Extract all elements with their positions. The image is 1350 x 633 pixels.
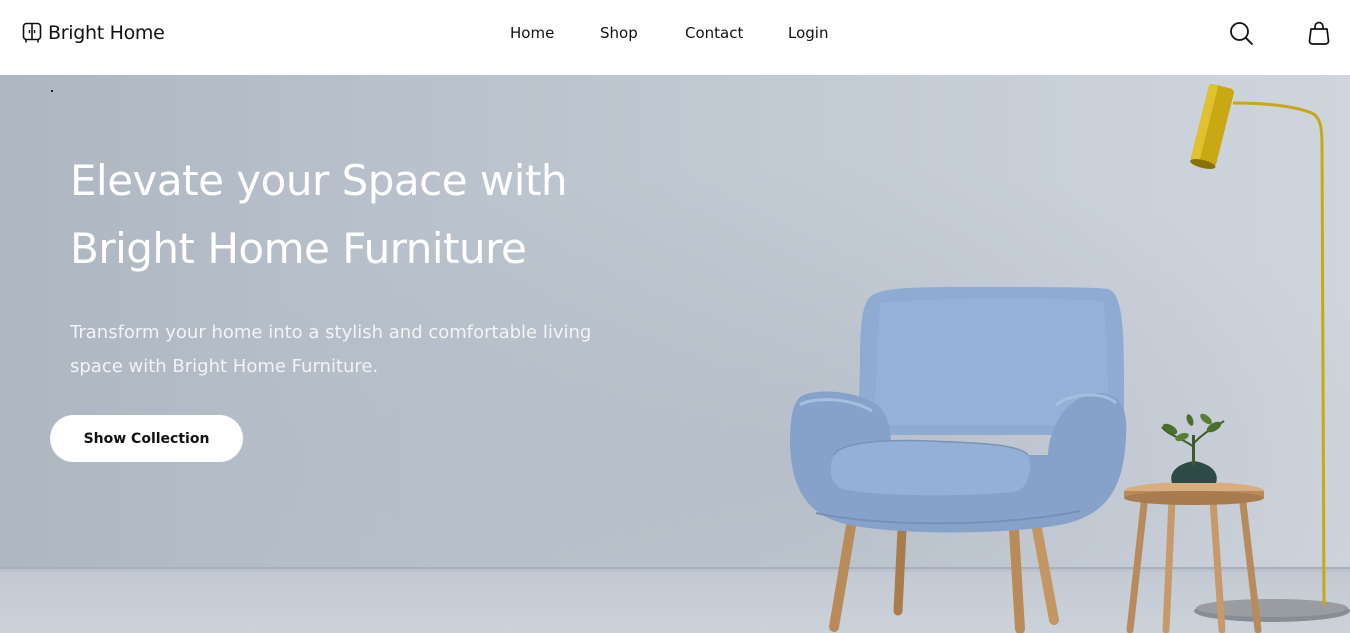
side-table-image — [1124, 413, 1264, 633]
armchair-image — [790, 287, 1127, 633]
hero-title: Elevate your Space with Bright Home Furn… — [70, 147, 630, 283]
hero-subtitle-line-1: Transform your home into a stylish and c… — [70, 322, 592, 343]
hero-title-line-1: Elevate your Space with — [70, 156, 568, 205]
site-header: Bright Home Home Shop Contact Login — [0, 0, 1350, 75]
nav-link-login[interactable]: Login — [788, 24, 828, 42]
nav-link-contact[interactable]: Contact — [685, 24, 743, 42]
nav-link-home[interactable]: Home — [510, 24, 554, 42]
hero-subtitle: Transform your home into a stylish and c… — [70, 316, 592, 384]
search-icon[interactable] — [1228, 20, 1254, 46]
shopping-bag-icon[interactable] — [1306, 20, 1332, 46]
show-collection-button[interactable]: Show Collection — [50, 415, 243, 462]
hero-subtitle-line-2: space with Bright Home Furniture. — [70, 356, 379, 377]
main-nav: Home Shop Contact Login — [0, 24, 1350, 44]
hero-title-line-2: Bright Home Furniture — [70, 224, 527, 273]
nav-link-shop[interactable]: Shop — [600, 24, 638, 42]
hero-section: Elevate your Space with Bright Home Furn… — [0, 75, 1350, 633]
page: Bright Home Home Shop Contact Login Elev… — [0, 0, 1350, 633]
